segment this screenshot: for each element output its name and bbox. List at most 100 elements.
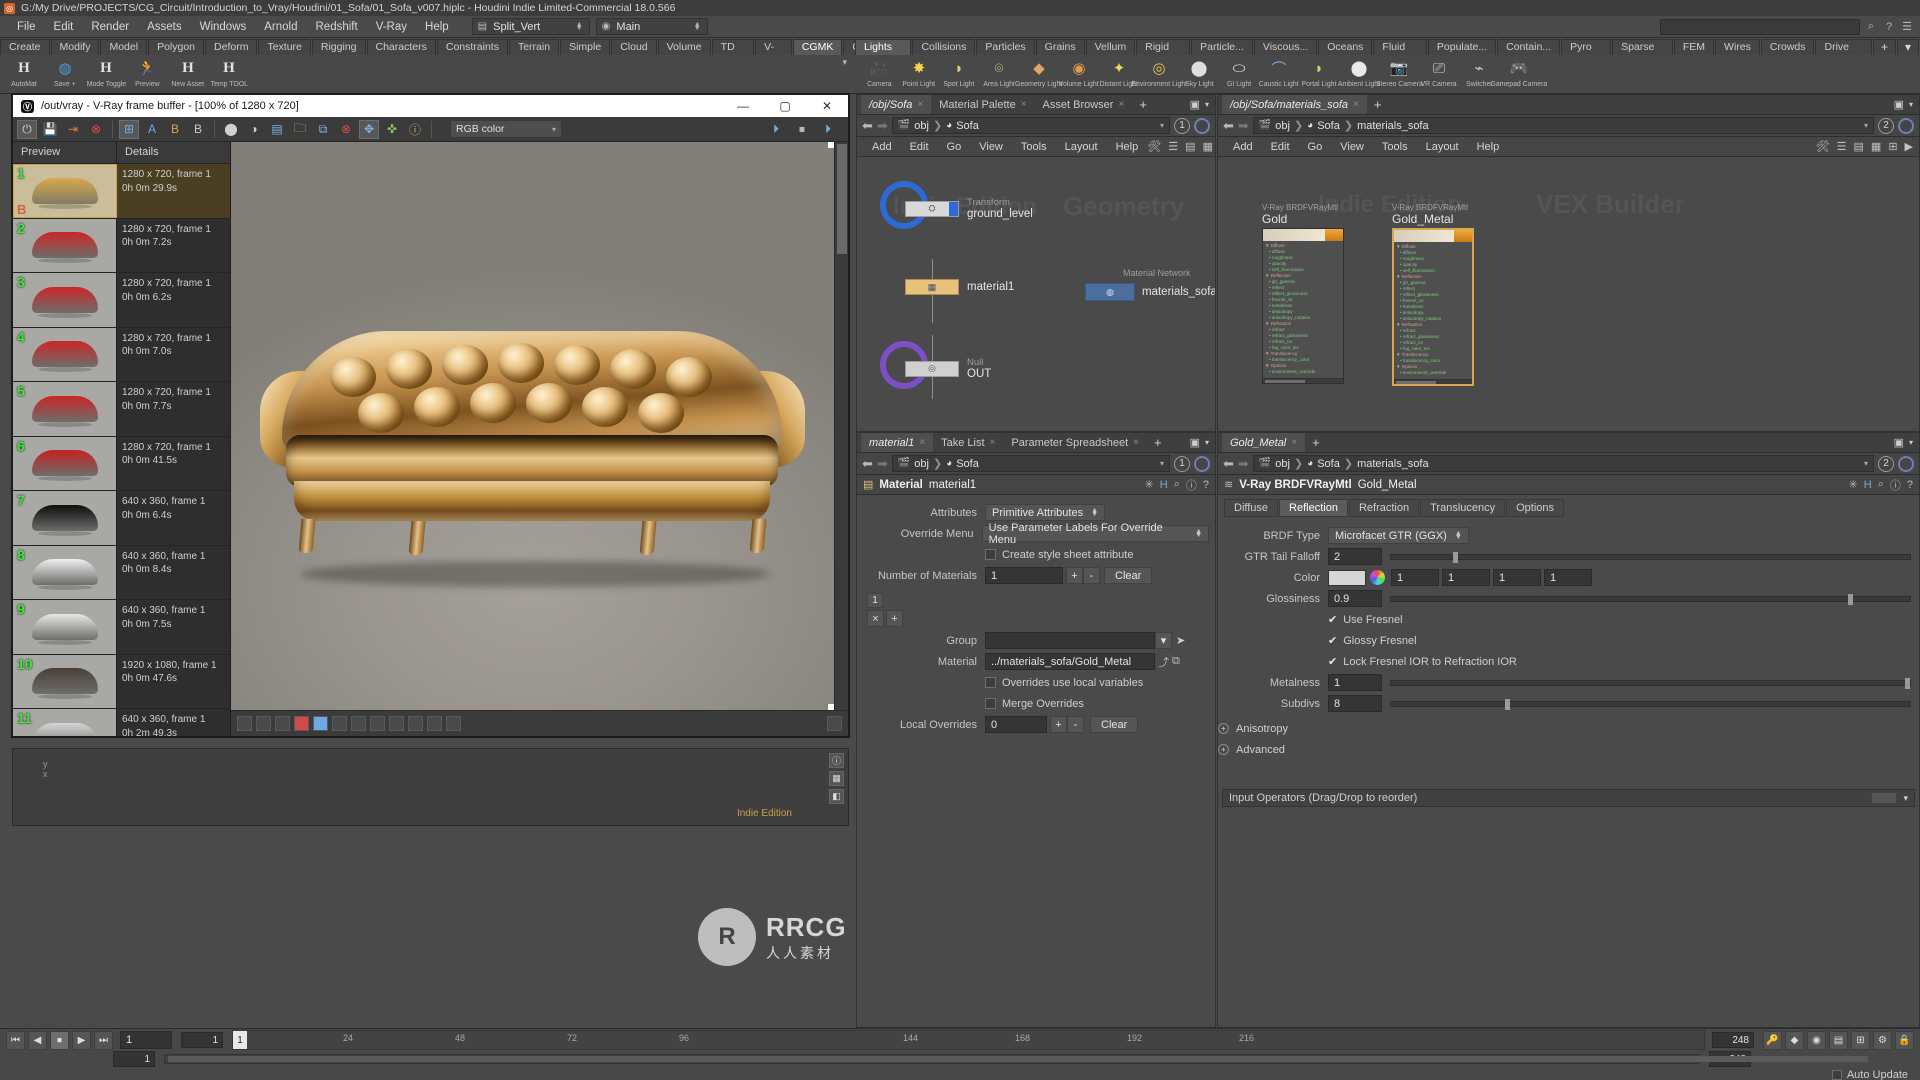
range-end-input[interactable]: 248 — [1712, 1032, 1754, 1048]
breadcrumb-obj[interactable]: obj — [1275, 120, 1290, 132]
vfb-history-list[interactable]: 1 B 1280 x 720, frame 1 0h 0m 29.9s 2 1280 x … — [13, 164, 230, 736]
breadcrumb-obj[interactable]: obj — [1275, 458, 1290, 470]
follow-mouse-icon[interactable] — [275, 716, 290, 731]
vex-menu-view[interactable]: View — [1331, 141, 1373, 153]
save-icon[interactable]: 💾 — [40, 120, 60, 139]
region-render-icon[interactable] — [237, 716, 252, 731]
shelf-tab-particles[interactable]: Particles — [976, 39, 1035, 55]
vop-parameter[interactable]: • environment_override — [1396, 370, 1470, 376]
tab-obj-sofa[interactable]: /obj/Sofa × — [861, 95, 932, 114]
chevron-down-icon[interactable]: ▾ — [1903, 793, 1908, 804]
group-picker-button[interactable]: ▾ — [1155, 632, 1172, 649]
style-sheet-checkbox[interactable] — [985, 549, 996, 560]
merge-overrides-checkbox[interactable] — [985, 698, 996, 709]
vex-menu-add[interactable]: Add — [1224, 141, 1262, 153]
menu-windows[interactable]: Windows — [191, 16, 256, 38]
shelf-tab-vellum[interactable]: Vellum — [1085, 39, 1136, 55]
parm-local-overrides[interactable]: Local Overrides 0 + - Clear — [857, 715, 1209, 734]
search-icon[interactable]: ⌕ — [1174, 478, 1180, 491]
network-menu-edit[interactable]: Edit — [901, 141, 938, 153]
shelf-tool-automat[interactable]: H AutoMat — [6, 57, 42, 88]
timeline-ruler[interactable]: 1 24 48 72 96 144 168 192 216 — [232, 1030, 1705, 1050]
collapse-anisotropy[interactable]: + Anisotropy — [1218, 719, 1911, 738]
shelf-overflow-right-icon[interactable]: ▾ — [1896, 39, 1919, 55]
pane-index-badge[interactable]: 2 — [1878, 455, 1894, 472]
shelf-tab-texture[interactable]: Texture — [258, 39, 311, 55]
stop-icon[interactable]: ⏹ — [792, 120, 812, 139]
chevron-down-icon[interactable]: ▾ — [1864, 459, 1868, 468]
node-material1[interactable]: ▦ material1 — [905, 279, 1014, 295]
desktop-selector[interactable]: ▤ Split_Vert ▲ ▼ — [471, 18, 590, 35]
render-thumbnail[interactable]: 3 — [13, 273, 117, 327]
tab-translucency[interactable]: Translucency — [1420, 499, 1506, 517]
shelf-tab-fem[interactable]: FEM — [1673, 39, 1715, 55]
menu-file[interactable]: File — [8, 16, 45, 38]
parm-glossy-fresnel[interactable]: ✔ Glossy Fresnel — [1218, 631, 1911, 650]
parm-overrides-local-vars[interactable]: Overrides use local variables — [857, 673, 1209, 692]
group-select-icon[interactable]: ➤ — [1176, 634, 1185, 647]
breadcrumb-obj[interactable]: obj — [914, 458, 929, 470]
pane-menu-icon[interactable]: ▾ — [1909, 438, 1913, 447]
range-start-input[interactable]: 1 — [181, 1032, 223, 1048]
glossiness-input[interactable]: 0.9 — [1328, 590, 1382, 607]
add-tab-button[interactable]: + — [1367, 95, 1389, 114]
panel-icon[interactable]: ▤ — [1185, 140, 1195, 153]
pane-link-icon[interactable] — [1898, 455, 1914, 472]
shelf-tool-stereo-camera[interactable]: 📷 Stereo Camera — [1376, 57, 1423, 88]
parm-merge-overrides[interactable]: Merge Overrides — [857, 694, 1209, 713]
breadcrumb-sofa[interactable]: Sofa — [956, 120, 979, 132]
shelf-tab-simple-fx[interactable]: Simple FX — [560, 39, 611, 68]
parm-number-of-materials[interactable]: Number of Materials 1 + - Clear — [857, 566, 1209, 585]
spinner-icon[interactable]: ▲ ▼ — [1195, 528, 1202, 539]
palette-icon[interactable]: ▦ — [1871, 140, 1881, 153]
parm-brdf-type[interactable]: BRDF Type Microfacet GTR (GGX) ▲ ▼ — [1218, 526, 1911, 545]
render-thumbnail[interactable]: 8 — [13, 545, 117, 599]
maximize-icon[interactable]: ▢ — [764, 95, 806, 117]
settings-icon[interactable]: ⚙ — [1873, 1030, 1892, 1050]
table-row[interactable]: 2 1280 x 720, frame 1 0h 0m 7.2s — [13, 218, 230, 273]
info-icon[interactable]: ⓘ — [405, 120, 425, 139]
pane-link-icon[interactable] — [1898, 117, 1914, 134]
network-menu-tools[interactable]: Tools — [1012, 141, 1056, 153]
input-operators-bar[interactable]: Input Operators (Drag/Drop to reorder) ▾ — [1222, 789, 1915, 807]
keyframe-icon[interactable]: ◆ — [1785, 1030, 1804, 1050]
parm-glossiness[interactable]: Glossiness 0.9 — [1218, 589, 1911, 608]
metalness-input[interactable]: 1 — [1328, 674, 1382, 691]
power-icon[interactable]: ⏻ — [17, 119, 37, 139]
spinner-icon[interactable]: ▲ ▼ — [1091, 507, 1098, 518]
shelf-tool-point-light[interactable]: ✸ Point Light — [901, 57, 937, 88]
pane-index-badge[interactable]: 1 — [1174, 455, 1190, 472]
close-icon[interactable]: × — [1133, 437, 1139, 448]
node-out[interactable]: ◎ Null OUT — [880, 341, 991, 389]
breadcrumb-sofa[interactable]: Sofa — [1317, 458, 1340, 470]
pane-menu-icon[interactable]: ▾ — [1909, 100, 1913, 109]
table-row[interactable]: 7 640 x 360, frame 1 0h 0m 6.4s — [13, 491, 230, 546]
shelf-tool-caustic-light[interactable]: ⌒ Caustic Light — [1259, 57, 1299, 88]
play-icon[interactable]: ▶ — [1905, 140, 1913, 153]
clear-materials-button[interactable]: Clear — [1104, 567, 1153, 584]
rgb-channel-icon[interactable] — [294, 716, 309, 731]
render-vertical-scrollbar[interactable] — [834, 142, 848, 710]
close-icon[interactable]: × — [1118, 99, 1124, 110]
chevron-down-icon[interactable]: ▾ — [1160, 121, 1164, 130]
color-g-input[interactable]: 1 — [1442, 569, 1490, 586]
node-body[interactable]: ◍ — [1085, 283, 1135, 301]
table-row[interactable]: 11 640 x 360, frame 1 0h 2m 49.3s — [13, 709, 230, 736]
skip-end-icon[interactable]: ⏭ — [94, 1030, 113, 1050]
material-picker-icon[interactable]: ⧉ — [1172, 655, 1180, 668]
info-icon[interactable]: ⓘ — [1186, 477, 1197, 493]
gtr-tail-falloff-slider[interactable] — [1390, 551, 1911, 563]
remove-material-button[interactable]: - — [1083, 567, 1100, 584]
vex-menu-help[interactable]: Help — [1468, 141, 1509, 153]
close-icon[interactable]: × — [990, 437, 996, 448]
viewport-set-selector[interactable]: ◉ Main ▲ ▼ — [595, 18, 708, 35]
color-icon[interactable]: ◧ — [829, 789, 844, 804]
shelf-tab-oceans[interactable]: Oceans — [1318, 39, 1373, 55]
node-body[interactable]: ◎ — [905, 360, 959, 377]
render-thumbnail[interactable]: 7 — [13, 491, 117, 545]
color-swatch[interactable] — [1328, 569, 1366, 586]
gear-icon[interactable]: ✳ — [1849, 478, 1858, 491]
node-body[interactable]: ⛭ — [905, 200, 959, 217]
icc-icon[interactable] — [408, 716, 423, 731]
vop-parameter[interactable]: • environment_override — [1265, 369, 1341, 375]
